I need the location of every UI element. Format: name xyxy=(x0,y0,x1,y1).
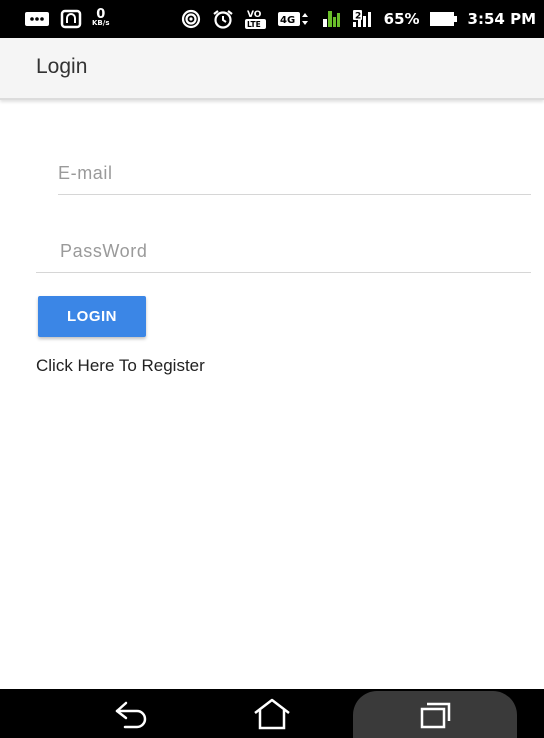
back-button[interactable] xyxy=(90,689,174,738)
signal-icon xyxy=(322,9,342,29)
recent-apps-button[interactable] xyxy=(353,691,517,738)
volte-icon: VO LTE xyxy=(244,8,268,30)
status-bar: 0 KB/s VO LTE 4G 2 65% 3:54 PM xyxy=(0,0,544,38)
data-speed-value: 0 xyxy=(96,7,106,22)
login-button[interactable]: LOGIN xyxy=(38,296,146,337)
battery-percent: 65% xyxy=(383,10,420,28)
password-input[interactable] xyxy=(36,236,531,266)
home-button[interactable] xyxy=(230,689,314,738)
nfc-icon xyxy=(60,9,82,29)
network-type-label: 4G xyxy=(280,15,295,26)
clock: 3:54 PM xyxy=(467,10,536,28)
data-speed: 0 KB/s xyxy=(92,7,110,28)
navigation-bar xyxy=(0,689,544,738)
email-input[interactable] xyxy=(58,158,531,188)
lte-label: LTE xyxy=(247,20,261,29)
battery-icon xyxy=(429,11,458,27)
recent-apps-icon xyxy=(420,702,451,728)
hotspot-icon xyxy=(180,9,202,29)
status-bar-right: VO LTE 4G 2 65% 3:54 PM xyxy=(180,8,536,30)
volte-label: VO xyxy=(247,10,262,20)
page-title: Login xyxy=(36,55,88,78)
4g-icon: 4G xyxy=(277,9,312,29)
register-link[interactable]: Click Here To Register xyxy=(36,356,205,376)
email-field xyxy=(58,158,531,195)
status-bar-left: 0 KB/s xyxy=(24,7,110,29)
signal-2-icon: 2 xyxy=(352,9,374,29)
back-icon xyxy=(115,701,147,728)
message-icon xyxy=(24,9,50,29)
home-icon xyxy=(254,698,290,729)
password-field xyxy=(36,236,531,273)
alarm-icon xyxy=(212,9,234,29)
data-speed-unit: KB/s xyxy=(92,19,110,27)
app-bar: Login xyxy=(0,38,544,100)
